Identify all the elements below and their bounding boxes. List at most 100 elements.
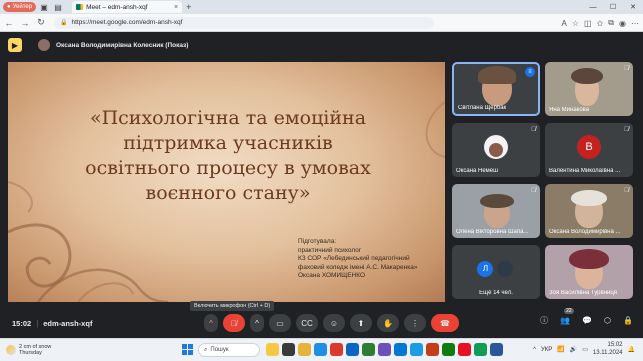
present-screen-button[interactable]: ⬆	[350, 314, 372, 332]
chat-icon[interactable]: 💬	[582, 316, 592, 325]
url-field[interactable]: 🔒 https://meet.google.com/edm-ansh-xqf	[54, 16, 434, 29]
edge-browser-icon[interactable]	[314, 343, 327, 356]
participant-tile[interactable]: 🎙̸ Яна Минакова	[545, 62, 633, 116]
app-icon[interactable]	[474, 343, 487, 356]
participant-tile-more[interactable]: Л Ещё 14 чел.	[452, 245, 540, 299]
app-icon[interactable]	[410, 343, 423, 356]
host-controls-icon[interactable]: 🔒	[623, 316, 633, 325]
author-line: Підготувала:	[298, 238, 337, 245]
people-button[interactable]: 👥 22	[560, 308, 574, 325]
volume-icon[interactable]: 🔊	[570, 346, 577, 353]
mic-off-icon: 🎙̸	[624, 65, 629, 72]
participant-hair	[478, 66, 516, 84]
notifications-icon[interactable]: 🔔	[628, 346, 635, 353]
emoji-button[interactable]: ☺	[323, 314, 345, 332]
app-icon[interactable]	[346, 343, 359, 356]
app-icon[interactable]	[490, 343, 503, 356]
taskbar-clock[interactable]: 15:02 13.11.2024	[593, 342, 623, 357]
captions-button[interactable]: CC	[296, 314, 318, 332]
tab-close-icon[interactable]: ×	[174, 4, 178, 11]
weather-day: Thursday	[19, 350, 42, 356]
taskbar-search[interactable]: ⌕ Пошук	[198, 343, 260, 357]
app-icon[interactable]	[458, 343, 471, 356]
forward-arrow-icon[interactable]: →	[18, 16, 32, 30]
presenter-name: Оксана Володимирівна Колесник (Показ)	[56, 41, 189, 49]
mic-toggle-button[interactable]: 🎙̸	[223, 314, 245, 332]
participant-tile[interactable]: 🎙̸ Олена Вікторовна Шапа...	[452, 184, 540, 238]
participant-tile[interactable]: Зоя Василівна Турвниця	[545, 245, 633, 299]
refresh-icon[interactable]: ↻	[34, 16, 48, 30]
participant-name: Валентина Миколаївна ...	[549, 168, 621, 174]
vertical-tabs-icon[interactable]: ▤	[52, 1, 64, 13]
wifi-icon[interactable]: 📶	[557, 346, 564, 353]
participant-name: Зоя Василівна Турвниця	[549, 290, 618, 296]
close-window-button[interactable]: ✕	[623, 0, 643, 14]
taskbar-time: 15:02	[607, 342, 623, 348]
author-line: Оксана ХОМИЩЕНКО	[298, 272, 366, 279]
info-icon[interactable]: ⓘ	[540, 315, 548, 326]
battery-icon[interactable]: ▭	[582, 346, 588, 353]
meet-area: ▶ Оксана Володимирівна Колесник (Показ) …	[0, 32, 643, 338]
presenter-avatar	[38, 39, 50, 51]
slide-author-block: Підготувала: практичний психолог КЗ СОР …	[298, 238, 445, 281]
taskbar-apps	[266, 343, 503, 356]
tray-chevron-icon[interactable]: ^	[533, 347, 536, 353]
participant-avatar	[496, 260, 513, 277]
app-icon[interactable]	[362, 343, 375, 356]
collections-icon[interactable]: ⧉	[608, 18, 614, 28]
windows-start-icon[interactable]	[182, 344, 193, 355]
mic-options-chevron-icon[interactable]: ^	[204, 314, 218, 332]
profile-avatar-icon[interactable]: ◉	[619, 19, 626, 28]
app-icon[interactable]	[378, 343, 391, 356]
participant-avatar: В	[577, 134, 601, 159]
activities-icon[interactable]: ⬡	[604, 316, 611, 325]
weather-widget[interactable]: 2 cm of snow Thursday	[6, 344, 51, 357]
lock-icon: 🔒	[60, 20, 68, 26]
author-line: КЗ СОР «Лебединський педагогічний	[298, 255, 410, 262]
present-screen-icon[interactable]: ▶	[8, 38, 22, 52]
tab-actions-icon[interactable]: ▣	[38, 1, 50, 13]
split-screen-icon[interactable]: ◫	[584, 19, 592, 28]
app-icon[interactable]	[394, 343, 407, 356]
call-controls: ^ 🎙̸ ^ ▭ CC ☺ ⬆ ✋ ⋮ ☎	[204, 314, 459, 332]
participant-tile[interactable]: 🎙̸ Оксана Володимирівна ...	[545, 184, 633, 238]
meet-right-controls: ⓘ 👥 22 💬 ⬡ 🔒	[540, 308, 633, 326]
participant-tile[interactable]: 🎙̸ Оксана Немеш	[452, 123, 540, 177]
weather-icon	[6, 345, 16, 355]
read-aloud-icon[interactable]: A	[562, 19, 567, 28]
favorite-star-icon[interactable]: ☆	[572, 19, 579, 28]
author-line: практичний психолог	[298, 246, 362, 254]
file-explorer-icon[interactable]	[298, 343, 311, 356]
favorites-icon[interactable]: ✩	[597, 19, 604, 28]
participant-tile[interactable]: ≡ Світлана Щербак	[452, 62, 540, 116]
participant-tile[interactable]: В 🎙̸ Валентина Миколаївна ...	[545, 123, 633, 177]
tab-meet[interactable]: Meet – edm-ansh-xqf ×	[72, 1, 183, 13]
profile-label: Уейтер	[12, 4, 33, 10]
widgets-app-icon[interactable]	[266, 343, 279, 356]
language-indicator[interactable]: УКР	[541, 347, 552, 353]
meeting-time: 15:02	[12, 318, 32, 328]
new-tab-button[interactable]: +	[186, 2, 191, 12]
weather-text: 2 cm of snow Thursday	[19, 344, 51, 357]
slide-title-line: освітнього процесу в умовах	[85, 157, 371, 179]
slide-title-line: «Психологічна та емоційна	[89, 107, 367, 129]
maximize-button[interactable]: ☐	[603, 0, 623, 14]
app-icon[interactable]	[426, 343, 439, 356]
task-view-icon[interactable]	[282, 343, 295, 356]
leave-call-button[interactable]: ☎	[431, 314, 459, 332]
more-participants-label: Ещё 14 чел.	[479, 290, 513, 296]
app-icon[interactable]	[442, 343, 455, 356]
minimize-button[interactable]: —	[583, 0, 603, 14]
camera-toggle-button[interactable]: ▭	[269, 314, 291, 332]
back-arrow-icon[interactable]: ←	[2, 16, 16, 30]
more-menu-icon[interactable]: ⋯	[631, 19, 639, 28]
mic-off-icon: 🎙̸	[531, 187, 536, 194]
meet-bottom-bar: 15:02 | edm-ansh-xqf ^ 🎙̸ ^ ▭ CC ☺ ⬆ ✋ ⋮…	[0, 308, 643, 338]
camera-options-chevron-icon[interactable]: ^	[250, 314, 264, 332]
participant-avatar: Л	[477, 260, 494, 277]
more-options-button[interactable]: ⋮	[404, 314, 426, 332]
profile-button[interactable]: ● Уейтер	[3, 2, 37, 12]
app-icon[interactable]	[330, 343, 343, 356]
mic-off-icon: 🎙̸	[531, 126, 536, 133]
raise-hand-button[interactable]: ✋	[377, 314, 399, 332]
